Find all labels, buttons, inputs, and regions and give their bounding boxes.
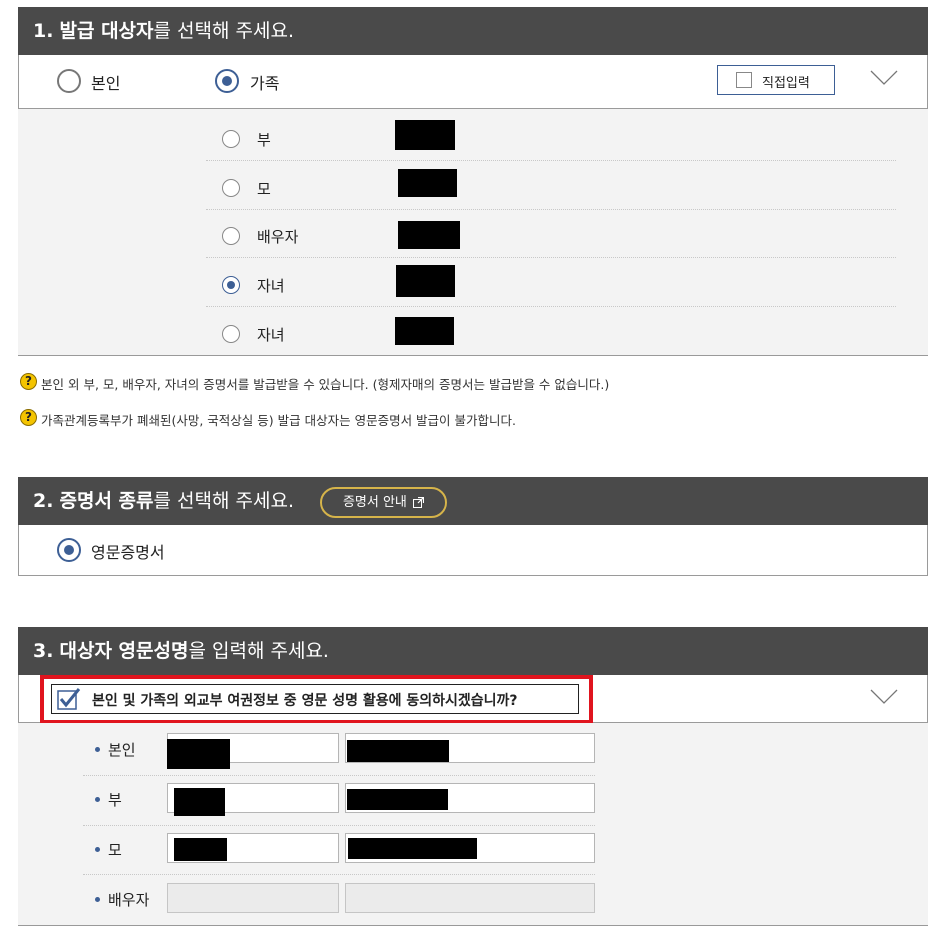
- question-icon: ?: [20, 373, 37, 390]
- section3-title-bold: 대상자 영문성명: [59, 640, 189, 662]
- radio-english-certificate[interactable]: [57, 538, 81, 562]
- radio-family-label[interactable]: 가족: [250, 70, 279, 94]
- person-label-self: 본인: [108, 741, 136, 759]
- english-certificate-label[interactable]: 영문증명서: [91, 539, 165, 563]
- chevron-down-icon[interactable]: [870, 688, 898, 706]
- certificate-guide-label: 증명서 안내: [342, 495, 407, 510]
- person-label-spouse: 배우자: [108, 891, 150, 909]
- family-label-mother: 모: [257, 180, 271, 198]
- person-label-father: 부: [108, 791, 122, 809]
- check-icon[interactable]: [57, 688, 81, 710]
- redacted-name: [398, 221, 460, 249]
- section2-title-rest: 를 선택해 주세요.: [153, 490, 294, 512]
- certificate-guide-button[interactable]: 증명서 안내: [320, 487, 447, 518]
- row-divider: [83, 825, 595, 826]
- redacted-name: [398, 169, 457, 197]
- certificate-type-row: 영문증명서: [18, 525, 928, 576]
- radio-child-2[interactable]: [222, 325, 240, 343]
- redacted-name: [395, 317, 454, 345]
- given-name-input-spouse: [345, 883, 595, 913]
- section3-title-rest: 을 입력해 주세요.: [188, 640, 329, 662]
- redacted-name: [347, 789, 448, 810]
- family-label-father: 부: [257, 131, 271, 149]
- row-divider: [206, 209, 896, 210]
- section1-header: 1. 발급 대상자를 선택해 주세요.: [18, 7, 928, 55]
- radio-self[interactable]: [57, 69, 81, 93]
- question-icon: ?: [20, 409, 37, 426]
- bullet-icon: [95, 747, 100, 752]
- radio-spouse[interactable]: [222, 227, 240, 245]
- bullet-icon: [95, 797, 100, 802]
- section3-number: 3.: [33, 640, 54, 662]
- consent-label: 본인 및 가족의 외교부 여권정보 중 영문 성명 활용에 동의하시겠습니까?: [92, 693, 518, 709]
- help-text-2: 가족관계등록부가 폐쇄된(사망, 국적상실 등) 발급 대상자는 영문증명서 발…: [41, 413, 516, 428]
- section1-title-rest: 를 선택해 주세요.: [153, 20, 294, 42]
- radio-family[interactable]: [215, 69, 239, 93]
- radio-father[interactable]: [222, 130, 240, 148]
- help-text-1: 본인 외 부, 모, 배우자, 자녀의 증명서를 발급받을 수 있습니다. (형…: [41, 377, 610, 392]
- redacted-name: [395, 120, 455, 150]
- external-link-icon: [413, 496, 425, 508]
- section2-number: 2.: [33, 490, 54, 512]
- redacted-name: [348, 838, 477, 859]
- row-divider: [83, 874, 595, 875]
- section1-number: 1.: [33, 20, 54, 42]
- radio-child-1[interactable]: [222, 276, 240, 294]
- section3-header: 3. 대상자 영문성명을 입력해 주세요.: [18, 627, 928, 675]
- redacted-name: [167, 739, 230, 769]
- person-label-mother: 모: [108, 841, 122, 859]
- direct-input-label: 직접입력: [762, 76, 810, 91]
- english-name-list: 본인 부 모 배우자: [18, 723, 928, 926]
- bullet-icon: [95, 847, 100, 852]
- family-label-child-2: 자녀: [257, 326, 285, 344]
- radio-self-label[interactable]: 본인: [91, 70, 120, 94]
- redacted-name: [347, 740, 449, 762]
- redacted-name: [174, 838, 227, 861]
- row-divider: [206, 306, 896, 307]
- row-divider: [206, 257, 896, 258]
- target-select-row: 본인 가족 직접입력: [18, 55, 928, 109]
- direct-input-button[interactable]: 직접입력: [717, 65, 835, 95]
- direct-input-checkbox[interactable]: [736, 72, 752, 88]
- surname-input-spouse: [167, 883, 339, 913]
- consent-focus-box[interactable]: 본인 및 가족의 외교부 여권정보 중 영문 성명 활용에 동의하시겠습니까?: [51, 684, 579, 714]
- row-divider: [206, 160, 896, 161]
- row-divider: [83, 775, 595, 776]
- redacted-name: [174, 788, 225, 816]
- family-label-spouse: 배우자: [257, 228, 299, 246]
- family-label-child-1: 자녀: [257, 277, 285, 295]
- bullet-icon: [95, 897, 100, 902]
- family-member-list: 부 모 배우자 자녀 자녀: [18, 109, 928, 356]
- section2-header: 2. 증명서 종류를 선택해 주세요.: [18, 477, 928, 525]
- redacted-name: [396, 265, 455, 297]
- radio-mother[interactable]: [222, 179, 240, 197]
- section1-title-bold: 발급 대상자: [59, 20, 154, 42]
- chevron-down-icon[interactable]: [870, 69, 898, 87]
- section2-title-bold: 증명서 종류: [59, 490, 154, 512]
